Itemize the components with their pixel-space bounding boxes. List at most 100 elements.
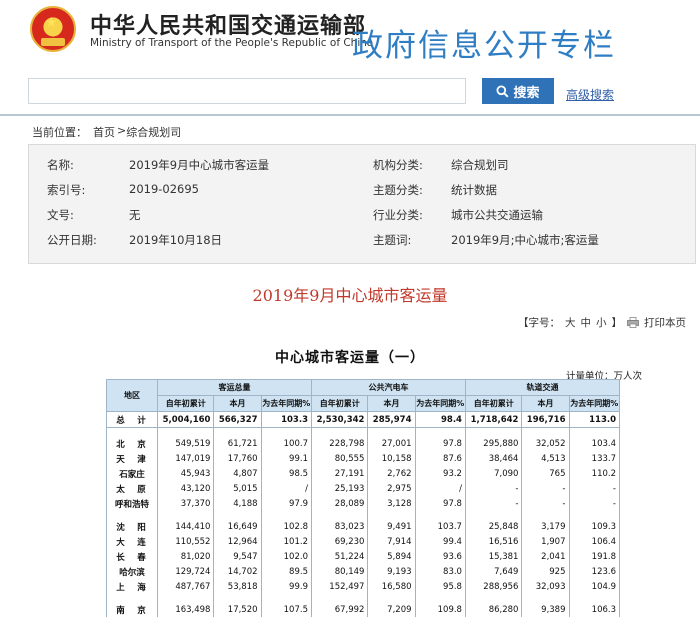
data-cell: 5,004,160 <box>156 411 215 428</box>
data-cell: 51,224 <box>310 549 369 564</box>
data-cell: 97.8 <box>414 496 466 511</box>
data-cell: 10,158 <box>367 451 416 466</box>
data-cell: 89.5 <box>260 564 312 579</box>
header-month: 本月 <box>213 395 262 412</box>
data-cell: 97.9 <box>260 496 312 511</box>
data-cell: 2,975 <box>367 481 416 496</box>
header-ytd: 自年初累计 <box>310 395 369 412</box>
data-cell: 7,209 <box>367 602 416 617</box>
data-cell: 107.5 <box>260 602 312 617</box>
data-cell: 9,547 <box>213 549 262 564</box>
region-cell: 呼和浩特 <box>106 496 158 511</box>
data-cell: - <box>464 496 523 511</box>
data-cell: - <box>464 481 523 496</box>
search-input[interactable] <box>28 78 466 104</box>
data-cell: 295,880 <box>464 436 523 451</box>
header-group-rail: 轨道交通 <box>464 379 621 396</box>
header-yoy: 为去年同期% <box>568 395 620 412</box>
data-cell: 152,497 <box>310 579 369 594</box>
data-cell: 99.9 <box>260 579 312 594</box>
region-cell: 石家庄 <box>106 466 158 481</box>
data-cell: 9,193 <box>367 564 416 579</box>
data-cell: 5,894 <box>367 549 416 564</box>
data-cell: 106.3 <box>568 602 620 617</box>
table-row: 天 津 147,019 17,760 99.1 80,555 10,158 87… <box>106 451 620 466</box>
data-cell: 110.2 <box>568 466 620 481</box>
data-cell: 101.2 <box>260 534 312 549</box>
data-cell: 106.4 <box>568 534 620 549</box>
region-cell: 太 原 <box>106 481 158 496</box>
data-cell: 97.8 <box>414 436 466 451</box>
data-cell: 228,798 <box>310 436 369 451</box>
data-cell: 14,702 <box>213 564 262 579</box>
table-row: 大 连 110,552 12,964 101.2 69,230 7,914 99… <box>106 534 620 549</box>
header-group-bus: 公共汽电车 <box>310 379 466 396</box>
data-cell: 7,090 <box>464 466 523 481</box>
meta-name-value: 2019年9月中心城市客运量 <box>129 158 270 172</box>
org-name-cn: 中华人民共和国交通运输部 <box>90 13 367 39</box>
font-size-medium-button[interactable]: 中 <box>581 315 592 330</box>
header-group-total: 客运总量 <box>157 379 312 396</box>
breadcrumb-current-link[interactable]: 综合规划司 <box>126 124 181 140</box>
data-cell: 83,023 <box>310 519 369 534</box>
data-cell: 61,721 <box>213 436 262 451</box>
print-page-link[interactable]: 打印本页 <box>644 315 686 330</box>
data-cell: 87.6 <box>414 451 466 466</box>
data-cell: 67,992 <box>310 602 369 617</box>
search-button[interactable]: 搜索 <box>482 78 554 104</box>
data-cell: 104.9 <box>568 579 620 594</box>
printer-icon[interactable] <box>627 317 639 328</box>
data-cell: 191.8 <box>568 549 620 564</box>
data-cell: - <box>521 481 570 496</box>
region-cell: 哈尔滨 <box>106 564 158 579</box>
data-cell: 7,649 <box>464 564 523 579</box>
table-row: 南 京 163,498 17,520 107.5 67,992 7,209 10… <box>106 602 620 617</box>
data-cell: 103.4 <box>568 436 620 451</box>
data-cell: 110,552 <box>156 534 215 549</box>
data-cell: 25,193 <box>310 481 369 496</box>
data-cell: 95.8 <box>414 579 466 594</box>
data-cell: 2,530,342 <box>310 411 369 428</box>
data-cell: 99.4 <box>414 534 466 549</box>
national-emblem-icon: ★ <box>30 6 76 52</box>
data-cell: 93.6 <box>414 549 466 564</box>
header-yoy: 为去年同期% <box>260 395 312 412</box>
data-cell: 7,914 <box>367 534 416 549</box>
data-cell: 4,188 <box>213 496 262 511</box>
table-row: 哈尔滨 129,724 14,702 89.5 80,149 9,193 83.… <box>106 564 620 579</box>
site-header: ★ 中华人民共和国交通运输部 Ministry of Transport of … <box>0 0 700 72</box>
data-cell: 549,519 <box>156 436 215 451</box>
data-cell: 288,956 <box>464 579 523 594</box>
meta-date-label: 公开日期: <box>47 233 97 247</box>
breadcrumb-home-link[interactable]: 首页 <box>93 124 115 140</box>
data-cell: 53,818 <box>213 579 262 594</box>
table-title: 中心城市客运量（一） <box>275 350 425 366</box>
data-cell: 566,327 <box>213 411 262 428</box>
meta-topic-label: 主题分类: <box>373 183 423 197</box>
table-row: 长 春 81,020 9,547 102.0 51,224 5,894 93.6… <box>106 549 620 564</box>
data-cell: 27,001 <box>367 436 416 451</box>
row-spacer <box>106 511 620 519</box>
header-ytd: 自年初累计 <box>156 395 215 412</box>
document-meta-panel: 名称: 2019年9月中心城市客运量 机构分类: 综合规划司 索引号: 2019… <box>28 144 696 264</box>
font-size-large-button[interactable]: 大 <box>565 315 576 330</box>
meta-date-value: 2019年10月18日 <box>129 233 223 247</box>
data-cell: 43,120 <box>156 481 215 496</box>
font-size-small-button[interactable]: 小 <box>596 315 607 330</box>
data-cell: 99.1 <box>260 451 312 466</box>
meta-keywords-value: 2019年9月;中心城市;客运量 <box>451 233 599 247</box>
data-cell: 163,498 <box>156 602 215 617</box>
advanced-search-link[interactable]: 高级搜索 <box>566 86 614 103</box>
data-cell: 109.8 <box>414 602 466 617</box>
data-cell: 109.3 <box>568 519 620 534</box>
data-cell: 103.3 <box>260 411 312 428</box>
data-cell: - <box>568 481 620 496</box>
region-cell: 北 京 <box>106 436 158 451</box>
data-cell: 123.6 <box>568 564 620 579</box>
meta-keywords-label: 主题词: <box>373 233 412 247</box>
data-cell: 27,191 <box>310 466 369 481</box>
data-cell: 102.0 <box>260 549 312 564</box>
data-cell: 1,718,642 <box>464 411 523 428</box>
meta-org-label: 机构分类: <box>373 158 423 172</box>
data-cell: / <box>260 481 312 496</box>
